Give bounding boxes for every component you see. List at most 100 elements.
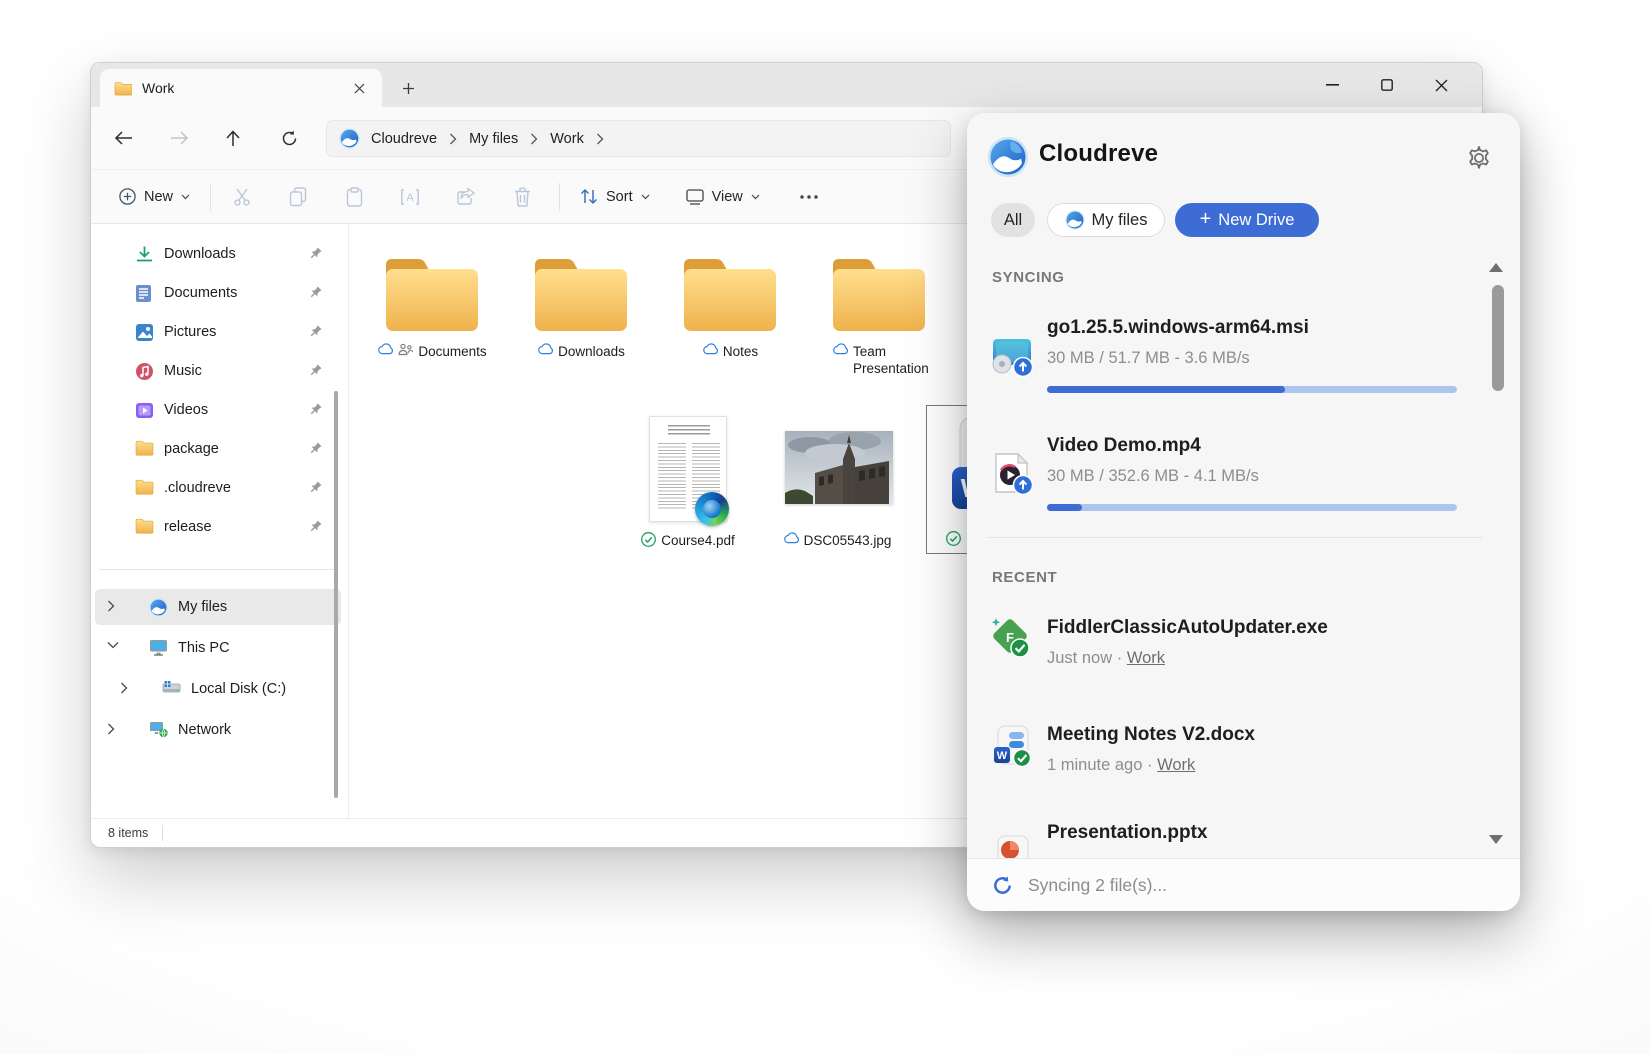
pin-icon [309,324,323,338]
sidebar-item-label: Videos [164,402,208,418]
desktop: Work [0,0,1650,1054]
cut-button[interactable] [221,179,263,215]
breadcrumb-cloudreve[interactable]: Cloudreve [369,131,439,147]
syncing-heading: SYNCING [992,269,1065,286]
settings-gear-button[interactable] [1466,145,1492,171]
maximize-button[interactable] [1360,65,1414,105]
expand-chevron-icon[interactable] [107,723,121,737]
recent-file-name: Meeting Notes V2.docx [1047,724,1255,746]
sidebar-separator [99,569,335,570]
back-button[interactable] [105,120,141,156]
scroll-down-arrow[interactable] [1489,835,1503,844]
panel-scrollbar[interactable] [1492,285,1504,391]
sidebar-item-documents[interactable]: Documents [95,275,341,311]
breadcrumb-work[interactable]: Work [548,131,586,147]
edge-browser-icon [695,492,729,526]
tab-work[interactable]: Work [100,69,382,107]
sidebar-item-downloads[interactable]: Downloads [95,236,341,272]
cloud-status-icon [377,343,393,355]
pin-icon [309,285,323,299]
folder-name: Notes [723,343,758,360]
sidebar-item-network[interactable]: Network [95,712,341,748]
sidebar-item-label: My files [178,599,227,615]
pin-icon [309,402,323,416]
recent-location-link[interactable]: Work [1127,649,1165,667]
sidebar-item-pictures[interactable]: Pictures [95,314,341,350]
minimize-button[interactable] [1305,65,1359,105]
sync-progress-text: 30 MB / 51.7 MB - 3.6 MB/s [1047,349,1250,368]
sync-spinner-icon [991,874,1014,897]
file-name: DSC05543.jpg [804,532,892,549]
chevron-right-icon[interactable] [530,133,538,145]
scroll-up-arrow[interactable] [1489,263,1503,272]
refresh-button[interactable] [271,120,307,156]
sidebar-item-videos[interactable]: Videos [95,392,341,428]
folder-icon [135,479,154,498]
folder-tile-downloads[interactable]: Downloads [510,253,652,360]
folder-name: Downloads [558,343,625,360]
expand-chevron-icon[interactable] [120,682,134,696]
filter-all-button[interactable]: All [991,203,1035,237]
sync-progress-text: 30 MB / 352.6 MB - 4.1 MB/s [1047,467,1259,486]
documents-icon [135,284,154,303]
filter-my-files-button[interactable]: My files [1047,203,1165,237]
view-button-label: View [712,189,743,205]
copy-button[interactable] [277,179,319,215]
new-tab-button[interactable] [395,75,421,101]
sidebar-item-music[interactable]: Music [95,353,341,389]
new-button[interactable]: New [109,180,200,213]
cloudreve-panel: Cloudreve All My files + New Drive SYNCI… [967,113,1520,911]
folder-tile-team-presentation[interactable]: Team Presentation [808,253,950,377]
window-controls [1305,63,1482,107]
new-drive-button[interactable]: + New Drive [1175,203,1319,237]
downloads-icon [135,245,154,264]
chevron-right-icon[interactable] [596,133,604,145]
cloudreve-icon [149,598,168,617]
word-file-icon: W [989,723,1035,769]
cloudreve-icon [1065,210,1085,230]
share-button[interactable] [445,179,487,215]
recent-file-name: FiddlerClassicAutoUpdater.exe [1047,617,1328,639]
view-button[interactable]: View [676,181,770,213]
close-window-button[interactable] [1414,65,1468,105]
recent-time: Just now [1047,649,1112,667]
folder-tile-notes[interactable]: Notes [659,253,801,360]
sidebar-item-release[interactable]: release [95,509,341,545]
navigation-pane: Downloads Documents Pictures Music V [91,224,347,818]
sync-progress-bar [1047,386,1457,393]
paste-button[interactable] [333,179,375,215]
music-icon [135,362,154,381]
sync-progress-fill [1047,504,1082,511]
up-button[interactable] [215,120,251,156]
expand-chevron-icon[interactable] [107,600,121,614]
tab-bar: Work [91,63,1482,107]
delete-button[interactable] [501,179,543,215]
recent-file-name: Presentation.pptx [1047,822,1207,844]
chevron-right-icon[interactable] [449,133,457,145]
chevron-down-icon [181,194,190,200]
sidebar-item-package[interactable]: package [95,431,341,467]
sidebar-item-cloudreve-folder[interactable]: .cloudreve [95,470,341,506]
folder-icon [380,253,484,339]
breadcrumb: Cloudreve My files Work [326,120,951,157]
new-drive-label: New Drive [1218,211,1294,230]
sidebar-scrollbar[interactable] [334,391,338,798]
sidebar-item-this-pc[interactable]: This PC [95,630,341,666]
folder-icon [827,253,931,339]
collapse-chevron-icon[interactable] [107,641,121,655]
recent-location-link[interactable]: Work [1157,756,1195,774]
more-options-button[interactable] [788,179,830,215]
sidebar-item-label: Downloads [164,246,236,262]
tab-close-button[interactable] [346,75,372,101]
folder-tile-documents[interactable]: Documents [361,253,503,360]
rename-button[interactable]: A [389,179,431,215]
tab-title: Work [142,80,346,96]
sort-button[interactable]: Sort [570,180,660,213]
recent-file-meta: Just now · Work [1047,649,1165,668]
folder-name: Team Presentation [853,343,931,377]
breadcrumb-my-files[interactable]: My files [467,131,520,147]
forward-button[interactable] [161,120,197,156]
sidebar-item-local-disk-c[interactable]: Local Disk (C:) [95,671,341,707]
sidebar-item-my-files[interactable]: My files [95,589,341,625]
cloudreve-logo [987,136,1029,178]
